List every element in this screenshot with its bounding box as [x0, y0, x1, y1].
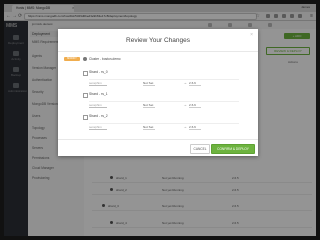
close-icon[interactable]: ×: [250, 32, 253, 38]
divider: [89, 79, 239, 80]
arrow-right-icon: →: [183, 102, 187, 107]
divider: [143, 85, 155, 86]
arrow-right-icon: →: [183, 80, 187, 85]
shard-label: Shard - rs_1: [89, 92, 108, 96]
review-changes-modal: Review Your Changes × MODIFY Cluster - b…: [58, 29, 258, 156]
divider: [189, 85, 201, 86]
shard-checkbox[interactable]: [83, 71, 88, 76]
cluster-icon: [83, 57, 87, 61]
shard-checkbox[interactable]: [83, 93, 88, 98]
shard-change-item: Shard - rs_0 seraphim Not Set → 2.6.6: [83, 70, 253, 92]
modal-title: Review Your Changes: [126, 37, 190, 44]
shard-change-item: Shard - rs_1 seraphim Not Set → 2.6.6: [83, 92, 253, 114]
shard-label: Shard - rs_0: [89, 70, 108, 74]
shard-change-item: Shard - rs_2 seraphim Not Set → 2.6.6: [83, 114, 253, 136]
divider: [89, 101, 239, 102]
divider: [143, 107, 155, 108]
divider: [89, 107, 107, 108]
arrow-right-icon: →: [183, 124, 187, 129]
modal-divider: [58, 51, 258, 52]
divider: [89, 85, 107, 86]
modify-badge: MODIFY: [64, 57, 80, 61]
cluster-label: Cluster - boston-demo: [89, 57, 121, 61]
divider: [89, 129, 107, 130]
shard-checkbox[interactable]: [83, 115, 88, 120]
divider: [89, 123, 239, 124]
divider: [189, 107, 201, 108]
confirm-deploy-button[interactable]: CONFIRM & DEPLOY: [211, 144, 255, 154]
cancel-button[interactable]: CANCEL: [190, 144, 210, 154]
shard-label: Shard - rs_2: [89, 114, 108, 118]
modal-footer-divider: [58, 139, 258, 140]
divider: [143, 129, 155, 130]
divider: [189, 129, 201, 130]
